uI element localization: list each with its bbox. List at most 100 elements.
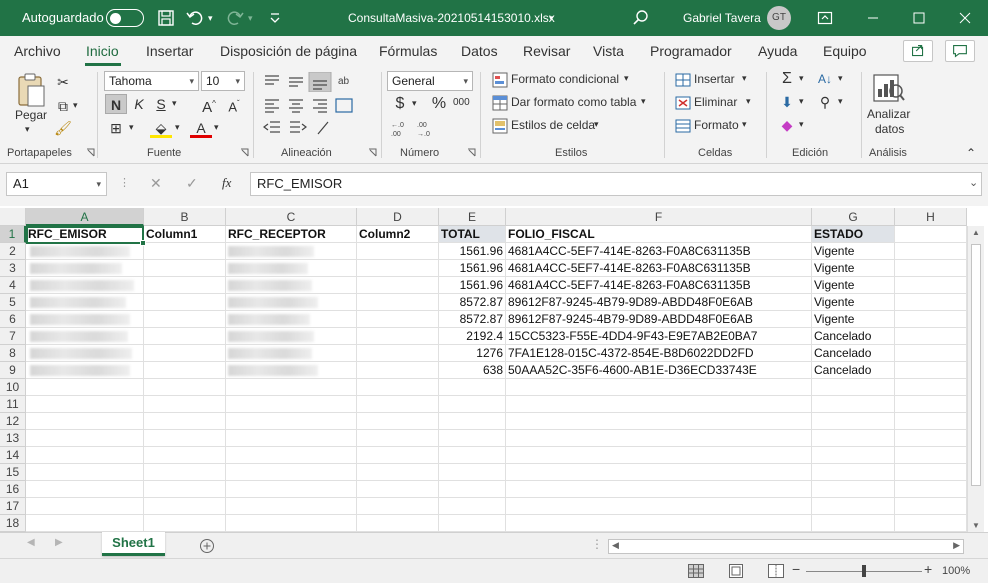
insert-cells-button[interactable]: Insertar [694,72,735,86]
format-as-table-button[interactable]: Dar formato como tabla [511,95,636,109]
row-header-7[interactable]: 7 [0,328,26,345]
tab-equipo[interactable]: Equipo [823,43,867,59]
row-header-3[interactable]: 3 [0,260,26,277]
grid-cell[interactable] [144,362,226,379]
grid-cell[interactable] [895,260,967,277]
grid-cell[interactable] [895,464,967,481]
collapse-ribbon-icon[interactable]: ⌃ [966,146,976,160]
estado-cell[interactable]: Vigente [812,260,895,277]
grid-cell[interactable] [144,481,226,498]
column-header-g[interactable]: G [812,208,895,226]
grid-cell[interactable] [144,311,226,328]
grid-cell[interactable] [812,515,895,532]
next-sheet-icon[interactable]: ▶ [55,537,63,548]
cell-styles-button[interactable]: Estilos de celda [511,118,595,132]
grid-cell[interactable] [506,498,812,515]
grid-cell[interactable] [895,345,967,362]
row-header-18[interactable]: 18 [0,515,26,532]
grid-cell[interactable] [26,447,144,464]
horizontal-scrollbar[interactable]: ◀ ▶ [608,539,964,554]
format-cells-button[interactable]: Formato [694,118,739,132]
copy-icon[interactable]: ⧉ [52,96,74,116]
undo-dropdown-icon[interactable]: ▾ [208,0,213,36]
copy-dropdown-icon[interactable]: ▾ [73,100,78,111]
grid-cell[interactable] [895,430,967,447]
column-header-c[interactable]: C [226,208,357,226]
grid-cell[interactable] [26,413,144,430]
grid-cell[interactable] [357,277,439,294]
header-cell[interactable]: Column1 [144,226,226,243]
grid-cell[interactable] [357,481,439,498]
row-header-16[interactable]: 16 [0,481,26,498]
folio-cell[interactable]: 89612F87-9245-4B79-9D89-ABDD48F0E6AB [506,294,812,311]
estado-cell[interactable]: Cancelado [812,328,895,345]
grid-cell[interactable] [895,396,967,413]
grid-cell[interactable] [895,515,967,532]
row-header-8[interactable]: 8 [0,345,26,362]
name-box[interactable]: A1 ▾ [6,172,107,196]
autosum-dropdown-icon[interactable]: ▾ [799,73,804,84]
percent-button[interactable]: % [428,94,450,114]
row-header-4[interactable]: 4 [0,277,26,294]
grid-cell[interactable] [895,311,967,328]
zoom-in-icon[interactable]: + [924,561,932,577]
tab-insertar[interactable]: Insertar [146,43,193,59]
fill-color-dropdown-icon[interactable]: ▾ [175,122,180,133]
column-header-e[interactable]: E [439,208,506,226]
sheet-tab-sheet1[interactable]: Sheet1 [102,532,165,556]
grid-cell[interactable] [226,413,357,430]
increase-font-icon[interactable]: A^ [198,94,220,116]
formula-input[interactable]: RFC_EMISOR [250,172,982,196]
normal-view-icon[interactable] [688,564,704,578]
header-cell[interactable]: RFC_RECEPTOR [226,226,357,243]
grid-cell[interactable] [506,515,812,532]
grid-cell[interactable] [26,481,144,498]
tab-revisar[interactable]: Revisar [523,43,570,59]
analyze-data-icon[interactable] [872,71,906,105]
grid-cell[interactable] [357,515,439,532]
folio-cell[interactable]: 7FA1E128-015C-4372-854E-B8D6022DD2FD [506,345,812,362]
grid-cell[interactable] [439,498,506,515]
grid-cell[interactable] [144,498,226,515]
delete-cells-button[interactable]: Eliminar [694,95,737,109]
paste-label[interactable]: Pegar [15,108,47,122]
grid-cell[interactable] [812,379,895,396]
vertical-align-icons[interactable]: ab [262,72,358,92]
grid-cell[interactable] [506,413,812,430]
insert-function-button[interactable]: fx [222,175,231,191]
grid-cell[interactable] [144,379,226,396]
grid-cell[interactable] [506,447,812,464]
grid-cell[interactable] [144,294,226,311]
format-as-table-dropdown-icon[interactable]: ▾ [641,96,646,107]
grid-cell[interactable] [895,447,967,464]
grid-cell[interactable] [357,311,439,328]
grid-cell[interactable] [506,430,812,447]
grid-cell[interactable] [144,345,226,362]
tab-vista[interactable]: Vista [593,43,624,59]
grid-cell[interactable] [144,243,226,260]
grid-cell[interactable] [357,447,439,464]
clear-icon[interactable]: ◆ [776,115,798,135]
conditional-format-dropdown-icon[interactable]: ▾ [624,73,629,84]
grid-cell[interactable] [357,464,439,481]
grid-cell[interactable] [812,396,895,413]
grid-cell[interactable] [895,294,967,311]
grid-cell[interactable] [226,481,357,498]
zoom-level[interactable]: 100% [942,565,970,577]
row-header-13[interactable]: 13 [0,430,26,447]
folio-cell[interactable]: 4681A4CC-5EF7-414E-8263-F0A8C631135B [506,277,812,294]
italic-button[interactable]: K [128,94,150,114]
header-cell[interactable]: Column2 [357,226,439,243]
sort-filter-dropdown-icon[interactable]: ▾ [838,73,843,84]
estado-cell[interactable]: Cancelado [812,362,895,379]
grid-cell[interactable] [506,464,812,481]
page-break-view-icon[interactable] [768,564,784,578]
decimal-buttons[interactable]: ←.0 .00 .00 →.0 [389,118,437,138]
row-header-11[interactable]: 11 [0,396,26,413]
grid-cell[interactable] [357,430,439,447]
header-cell[interactable]: FOLIO_FISCAL [506,226,812,243]
decrease-font-icon[interactable]: Aˇ [223,94,245,114]
grid-cell[interactable] [357,379,439,396]
spreadsheet-grid[interactable]: ABCDEFGH 1 2 3 4 5 6 7 8 9 10 11 12 13 14 15 16 17 18 RFC… [0,206,988,532]
estado-cell[interactable]: Vigente [812,294,895,311]
